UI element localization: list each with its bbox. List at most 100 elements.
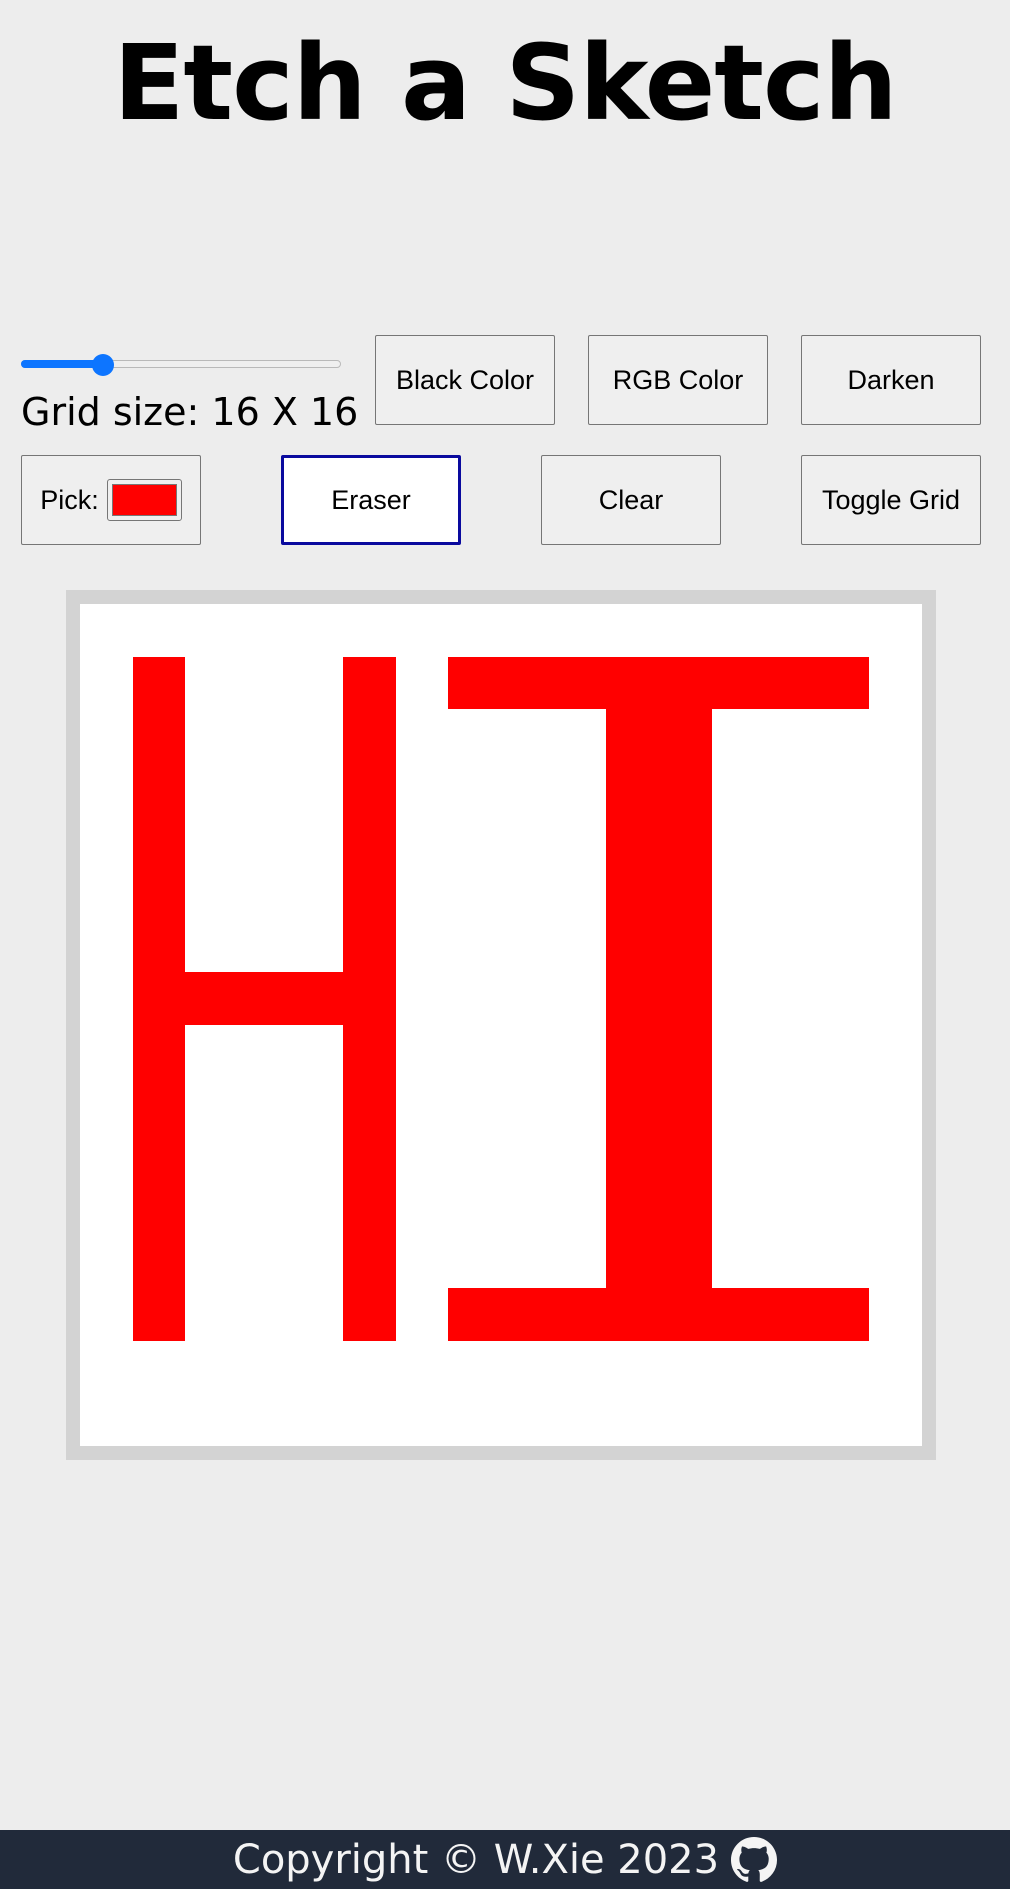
grid-cell[interactable] xyxy=(553,709,607,762)
grid-cell[interactable] xyxy=(237,814,291,868)
grid-cell[interactable] xyxy=(80,867,133,920)
grid-cell[interactable] xyxy=(237,761,291,815)
grid-cell[interactable] xyxy=(290,1182,344,1236)
grid-cell[interactable] xyxy=(869,1182,922,1236)
grid-cell[interactable] xyxy=(132,814,186,868)
grid-cell[interactable] xyxy=(343,1077,396,1131)
grid-cell[interactable] xyxy=(237,604,291,657)
grid-cell[interactable] xyxy=(816,1077,870,1131)
grid-cell[interactable] xyxy=(869,1077,922,1131)
grid-cell[interactable] xyxy=(395,919,449,973)
grid-cell[interactable] xyxy=(553,1340,607,1394)
grid-cell[interactable] xyxy=(290,709,344,762)
grid-cell[interactable] xyxy=(711,919,765,973)
grid-cell[interactable] xyxy=(869,1288,922,1341)
grid-cell[interactable] xyxy=(80,1288,133,1341)
grid-cell[interactable] xyxy=(764,1288,817,1341)
grid-cell[interactable] xyxy=(185,604,238,657)
grid-cell[interactable] xyxy=(290,1130,344,1183)
sketch-board[interactable] xyxy=(80,604,922,1446)
grid-cell[interactable] xyxy=(80,1182,133,1236)
grid-cell[interactable] xyxy=(553,972,607,1025)
grid-cell[interactable] xyxy=(80,1077,133,1131)
grid-cell[interactable] xyxy=(658,1235,712,1289)
grid-cell[interactable] xyxy=(185,1130,238,1183)
grid-cell[interactable] xyxy=(290,604,344,657)
grid-cell[interactable] xyxy=(816,1182,870,1236)
grid-cell[interactable] xyxy=(501,709,554,762)
grid-cell[interactable] xyxy=(711,1025,765,1078)
grid-cell[interactable] xyxy=(869,1130,922,1183)
grid-cell[interactable] xyxy=(764,1340,817,1394)
grid-cell[interactable] xyxy=(764,1077,817,1131)
grid-cell[interactable] xyxy=(869,814,922,868)
grid-cell[interactable] xyxy=(606,656,659,710)
grid-cell[interactable] xyxy=(658,1182,712,1236)
grid-cell[interactable] xyxy=(290,1393,344,1446)
grid-cell[interactable] xyxy=(553,1077,607,1131)
grid-cell[interactable] xyxy=(658,1340,712,1394)
grid-cell[interactable] xyxy=(606,761,659,815)
grid-cell[interactable] xyxy=(553,1182,607,1236)
grid-cell[interactable] xyxy=(764,919,817,973)
grid-cell[interactable] xyxy=(501,1340,554,1394)
grid-cell[interactable] xyxy=(816,1288,870,1341)
grid-cell[interactable] xyxy=(501,972,554,1025)
grid-cell[interactable] xyxy=(658,1393,712,1446)
grid-cell[interactable] xyxy=(343,709,396,762)
grid-cell[interactable] xyxy=(606,972,659,1025)
grid-cell[interactable] xyxy=(658,814,712,868)
grid-cell[interactable] xyxy=(606,1235,659,1289)
grid-cell[interactable] xyxy=(343,1235,396,1289)
grid-cell[interactable] xyxy=(658,919,712,973)
grid-cell[interactable] xyxy=(290,814,344,868)
grid-cell[interactable] xyxy=(343,1340,396,1394)
grid-cell[interactable] xyxy=(185,656,238,710)
grid-cell[interactable] xyxy=(869,761,922,815)
grid-cell[interactable] xyxy=(237,1340,291,1394)
grid-cell[interactable] xyxy=(132,1393,186,1446)
grid-cell[interactable] xyxy=(80,1130,133,1183)
grid-cell[interactable] xyxy=(448,1288,501,1341)
grid-cell[interactable] xyxy=(185,1182,238,1236)
grid-cell[interactable] xyxy=(501,604,554,657)
grid-cell[interactable] xyxy=(658,656,712,710)
grid-cell[interactable] xyxy=(395,1182,449,1236)
grid-size-slider[interactable] xyxy=(21,354,341,376)
grid-cell[interactable] xyxy=(869,867,922,920)
grid-cell[interactable] xyxy=(290,1288,344,1341)
grid-cell[interactable] xyxy=(448,1182,501,1236)
grid-cell[interactable] xyxy=(395,1025,449,1078)
grid-cell[interactable] xyxy=(711,709,765,762)
grid-cell[interactable] xyxy=(553,1288,607,1341)
grid-cell[interactable] xyxy=(185,1235,238,1289)
color-picker-control[interactable]: Pick: xyxy=(21,455,201,545)
grid-cell[interactable] xyxy=(816,1393,870,1446)
grid-cell[interactable] xyxy=(395,604,449,657)
grid-cell[interactable] xyxy=(501,814,554,868)
grid-cell[interactable] xyxy=(711,656,765,710)
grid-cell[interactable] xyxy=(395,1288,449,1341)
grid-cell[interactable] xyxy=(658,709,712,762)
grid-cell[interactable] xyxy=(395,1235,449,1289)
grid-cell[interactable] xyxy=(816,1340,870,1394)
color-picker-input[interactable] xyxy=(106,479,182,521)
grid-cell[interactable] xyxy=(448,709,501,762)
grid-cell[interactable] xyxy=(448,604,501,657)
grid-cell[interactable] xyxy=(290,867,344,920)
grid-cell[interactable] xyxy=(343,656,396,710)
grid-cell[interactable] xyxy=(237,972,291,1025)
grid-cell[interactable] xyxy=(448,761,501,815)
grid-cell[interactable] xyxy=(343,604,396,657)
grid-cell[interactable] xyxy=(658,1130,712,1183)
grid-cell[interactable] xyxy=(185,1288,238,1341)
darken-button[interactable]: Darken xyxy=(801,335,981,425)
grid-cell[interactable] xyxy=(869,1025,922,1078)
grid-cell[interactable] xyxy=(290,1077,344,1131)
grid-cell[interactable] xyxy=(816,919,870,973)
grid-cell[interactable] xyxy=(343,867,396,920)
grid-cell[interactable] xyxy=(501,656,554,710)
grid-cell[interactable] xyxy=(80,709,133,762)
grid-cell[interactable] xyxy=(711,1130,765,1183)
grid-cell[interactable] xyxy=(553,867,607,920)
